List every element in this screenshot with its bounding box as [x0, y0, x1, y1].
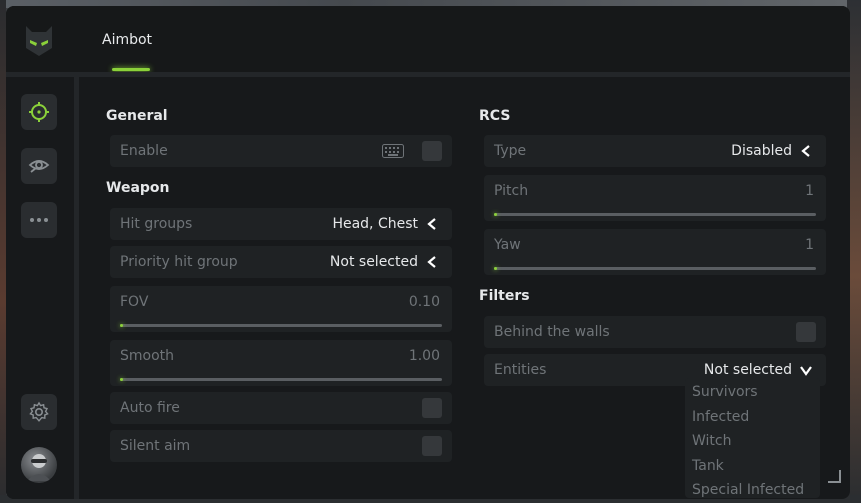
priority-hit-group-label: Priority hit group: [120, 254, 238, 270]
fov-label: FOV: [120, 294, 149, 310]
enable-checkbox[interactable]: [422, 141, 442, 161]
auto-fire-label: Auto fire: [120, 400, 180, 416]
sidebar-item-aimbot[interactable]: [21, 94, 57, 130]
crosshair-icon: [29, 102, 49, 122]
smooth-slider-row: Smooth 1.00: [110, 340, 452, 386]
sidebar: [6, 77, 74, 499]
gear-icon: [29, 401, 49, 422]
section-title-rcs: RCS: [479, 108, 511, 124]
silent-aim-checkbox[interactable]: [422, 436, 442, 456]
yaw-value: 1: [805, 237, 814, 253]
auto-fire-checkbox[interactable]: [422, 398, 442, 418]
rcs-type-value: Disabled: [731, 143, 792, 159]
priority-hit-group-value: Not selected: [329, 254, 418, 270]
pitch-slider[interactable]: [494, 213, 816, 216]
sidebar-item-more[interactable]: [21, 202, 57, 238]
entities-label: Entities: [494, 362, 547, 378]
pitch-label: Pitch: [494, 183, 529, 199]
keyboard-icon[interactable]: [382, 144, 404, 158]
chevron-left-icon: [801, 145, 810, 157]
behind-walls-checkbox[interactable]: [796, 322, 816, 342]
fov-slider-fill: [120, 324, 123, 327]
entities-option[interactable]: Survivors: [685, 380, 820, 405]
entities-value: Not selected: [703, 362, 792, 378]
sidebar-item-visuals[interactable]: [21, 148, 57, 184]
fov-slider-row: FOV 0.10: [110, 286, 452, 332]
chevron-down-icon: [800, 366, 812, 376]
pitch-slider-row: Pitch 1: [484, 175, 826, 221]
rcs-type-label: Type: [494, 143, 527, 159]
hit-groups-label: Hit groups: [120, 216, 193, 232]
smooth-value: 1.00: [408, 348, 440, 364]
silent-aim-label: Silent aim: [120, 438, 191, 454]
enable-label: Enable: [120, 143, 168, 159]
behind-walls-row: Behind the walls: [484, 316, 826, 348]
entities-option[interactable]: Infected: [685, 405, 820, 430]
pitch-value: 1: [805, 183, 814, 199]
entities-option[interactable]: Witch: [685, 429, 820, 454]
smooth-slider-fill: [120, 378, 123, 381]
eye-icon: [28, 160, 50, 173]
auto-fire-row: Auto fire: [110, 392, 452, 424]
pitch-slider-fill: [494, 213, 497, 216]
logo-icon: [26, 26, 52, 56]
behind-walls-label: Behind the walls: [494, 324, 610, 340]
yaw-slider[interactable]: [494, 267, 816, 270]
chevron-left-icon: [427, 256, 436, 268]
yaw-slider-fill: [494, 267, 497, 270]
section-title-general: General: [106, 108, 168, 124]
hit-groups-row[interactable]: Hit groups Head, Chest: [110, 208, 452, 240]
section-title-filters: Filters: [479, 288, 530, 304]
top-bar: Aimbot: [6, 6, 850, 72]
entities-dropdown: Survivors Infected Witch Tank Special In…: [685, 378, 820, 498]
more-icon: [30, 218, 48, 222]
settings-button[interactable]: [21, 394, 57, 430]
active-tab-indicator: [112, 68, 150, 71]
fov-value: 0.10: [408, 294, 440, 310]
priority-hit-group-row[interactable]: Priority hit group Not selected: [110, 246, 452, 278]
yaw-slider-row: Yaw 1: [484, 229, 826, 275]
entities-option[interactable]: Special Infected: [685, 478, 820, 503]
fov-slider[interactable]: [120, 324, 442, 327]
yaw-label: Yaw: [494, 237, 521, 253]
silent-aim-row: Silent aim: [110, 430, 452, 462]
avatar-image: [27, 454, 51, 481]
smooth-slider[interactable]: [120, 378, 442, 381]
avatar[interactable]: [21, 447, 57, 483]
enable-row: Enable: [110, 135, 452, 167]
chevron-left-icon: [427, 218, 436, 230]
hit-groups-value: Head, Chest: [332, 216, 418, 232]
entities-option[interactable]: Tank: [685, 454, 820, 479]
resize-handle-icon[interactable]: [827, 469, 841, 483]
tab-aimbot[interactable]: Aimbot: [102, 32, 152, 48]
section-title-weapon: Weapon: [106, 180, 170, 196]
smooth-label: Smooth: [120, 348, 175, 364]
rcs-type-row[interactable]: Type Disabled: [484, 135, 826, 167]
